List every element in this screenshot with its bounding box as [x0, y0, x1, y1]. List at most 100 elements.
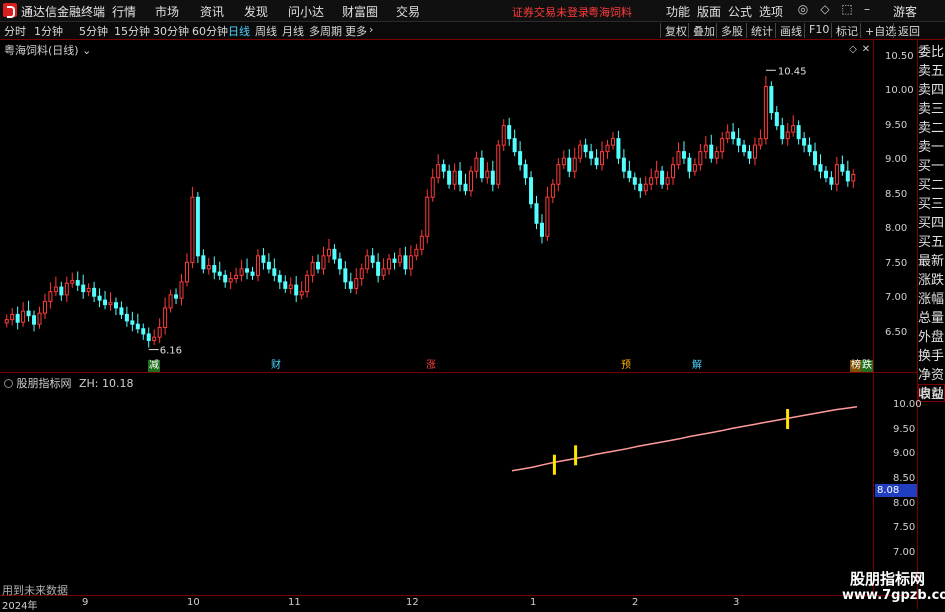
candle-body: [10, 313, 15, 321]
candle-body: [539, 222, 544, 237]
candle-body: [780, 125, 785, 140]
candle-body: [168, 294, 173, 309]
candle-body: [802, 138, 807, 146]
candle-body: [354, 278, 359, 289]
candle-body: [179, 281, 184, 299]
candle-body: [610, 138, 615, 146]
candle-body: [277, 274, 282, 283]
candle-body: [671, 164, 676, 179]
candle-body: [731, 131, 736, 140]
candle-body: [348, 281, 353, 289]
candle-body: [217, 271, 222, 276]
candle-body: [660, 170, 665, 185]
candle-body: [840, 164, 845, 172]
candle-body: [638, 183, 643, 192]
candle-body: [130, 320, 135, 325]
candle-body: [59, 286, 64, 296]
candle-body: [135, 323, 140, 330]
max-price-label: 10.45: [778, 66, 807, 77]
candle-body: [174, 294, 179, 299]
candlestick-series: 10.45 6.16: [4, 66, 856, 357]
candle-body: [387, 258, 392, 270]
candle-body: [299, 291, 304, 296]
candle-body: [266, 261, 271, 270]
candle-body: [447, 170, 452, 185]
min-price-label: 6.16: [160, 346, 182, 357]
candle-body: [654, 170, 659, 179]
candle-body: [763, 86, 768, 140]
signal-marker: [786, 409, 790, 430]
candle-body: [572, 157, 577, 172]
candle-body: [589, 151, 594, 159]
candle-body: [397, 255, 402, 263]
chart-canvas[interactable]: 10.45 6.16: [0, 0, 945, 609]
candle-body: [113, 302, 118, 309]
candle-body: [594, 157, 599, 166]
candle-body: [419, 235, 424, 250]
candle-body: [234, 274, 239, 280]
candle-body: [545, 196, 550, 237]
candle-body: [316, 261, 321, 270]
candle-body: [64, 282, 69, 296]
candle-body: [436, 164, 441, 179]
candle-body: [403, 255, 408, 270]
candle-body: [676, 151, 681, 166]
candle-body: [468, 170, 473, 192]
candle-body: [190, 196, 195, 263]
candle-body: [627, 170, 632, 179]
candle-body: [381, 268, 386, 276]
candle-body: [512, 138, 517, 153]
candle-body: [32, 315, 37, 325]
candle-body: [288, 284, 293, 289]
candle-body: [578, 144, 583, 159]
candle-body: [365, 255, 370, 270]
candle-body: [441, 164, 446, 172]
candle-body: [26, 310, 31, 317]
candle-body: [752, 144, 757, 159]
candle-body: [501, 125, 506, 146]
candle-body: [851, 173, 856, 182]
candle-body: [605, 144, 610, 153]
candle-body: [791, 125, 796, 133]
candle-body: [529, 177, 534, 205]
candle-body: [250, 271, 255, 276]
candle-body: [92, 287, 97, 297]
candle-body: [463, 183, 468, 192]
candle-body: [747, 151, 752, 159]
candle-body: [474, 157, 479, 172]
zh-line: [511, 406, 858, 472]
candle-body: [479, 157, 484, 179]
candle-body: [687, 157, 692, 172]
candle-body: [326, 248, 331, 257]
candle-body: [496, 144, 501, 185]
candle-body: [283, 281, 288, 289]
candle-body: [376, 261, 381, 276]
candle-body: [534, 203, 539, 224]
candle-body: [845, 170, 850, 182]
candle-body: [337, 258, 342, 270]
candle-body: [141, 328, 146, 335]
candle-body: [714, 151, 719, 159]
candle-body: [321, 255, 326, 270]
candle-body: [430, 177, 435, 198]
candle-body: [343, 268, 348, 283]
candle-body: [769, 86, 774, 114]
candle-body: [152, 336, 157, 341]
candle-body: [665, 177, 670, 185]
candle-body: [692, 164, 697, 172]
candle-body: [567, 157, 572, 172]
candle-body: [758, 138, 763, 146]
candle-body: [485, 170, 490, 179]
candle-body: [157, 326, 162, 338]
candle-body: [97, 295, 102, 301]
candle-body: [239, 268, 244, 276]
candle-body: [414, 248, 419, 257]
candle-body: [21, 310, 26, 323]
candle-body: [681, 151, 686, 159]
candle-body: [425, 196, 430, 237]
candle-body: [48, 291, 53, 302]
candle-body: [507, 125, 512, 140]
candle-body: [272, 268, 277, 276]
candle-body: [184, 261, 189, 283]
candle-body: [813, 151, 818, 166]
